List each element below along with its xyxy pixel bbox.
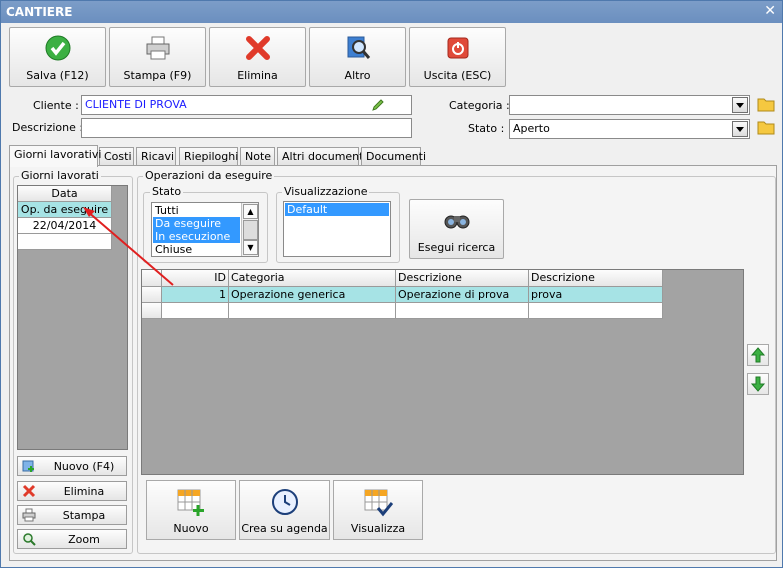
data-column-header[interactable]: Data (18, 186, 112, 202)
giorni-lavorati-title: Giorni lavorati (19, 169, 101, 182)
tab-note[interactable]: Note (240, 147, 275, 165)
cliente-value: CLIENTE DI PROVA (85, 98, 187, 111)
scroll-up-icon[interactable]: ▲ (243, 204, 258, 219)
nuovo-operazione-label: Nuovo (173, 522, 209, 535)
search-icon (347, 36, 370, 59)
zoom-button[interactable]: Zoom (17, 529, 127, 549)
cliente-label: Cliente : (33, 99, 79, 112)
nuovo-f4-label: Nuovo (F4) (53, 460, 115, 473)
clock-icon (271, 489, 298, 515)
arrow-up-icon (750, 347, 766, 363)
tab-label: Riepiloghi (184, 150, 239, 163)
stampa-giorni-button[interactable]: Stampa (17, 505, 127, 525)
table-cell-empty[interactable] (529, 303, 663, 319)
delete-icon (245, 36, 270, 60)
tab-ricavi[interactable]: Ricavi (136, 147, 176, 165)
title-bar: CANTIERE ✕ (1, 1, 782, 23)
print-button[interactable]: Stampa (F9) (109, 27, 206, 87)
visualizzazione-title: Visualizzazione (282, 185, 370, 198)
esegui-ricerca-label: Esegui ricerca (417, 241, 496, 254)
visualizza-label: Visualizza (350, 522, 406, 535)
exit-button[interactable]: Uscita (ESC) (409, 27, 506, 87)
tab-label: Costi (104, 150, 132, 163)
scroll-thumb[interactable] (243, 220, 258, 240)
table-cell[interactable]: Operazione generica (229, 287, 396, 303)
main-window: CANTIERE ✕ Salva (F12) Stampa (F9) Elimi… (0, 0, 783, 568)
nuovo-f4-button[interactable]: Nuovo (F4) (17, 456, 127, 476)
operazioni-title: Operazioni da eseguire (143, 169, 275, 182)
annotation-arrow (83, 207, 174, 286)
descrizione-label: Descrizione : (12, 121, 84, 134)
pencil-icon[interactable] (371, 98, 385, 112)
move-up-button[interactable] (747, 344, 769, 366)
operazioni-grid[interactable]: ID Categoria Descrizione Descrizione 1 O… (141, 269, 744, 475)
scroll-down-icon[interactable]: ▼ (243, 240, 258, 255)
nuovo-operazione-button[interactable]: Nuovo (146, 480, 236, 540)
categoria-dropdown-icon[interactable] (732, 97, 748, 113)
cliente-field[interactable]: CLIENTE DI PROVA (81, 95, 412, 115)
visualizzazione-listbox[interactable]: Default (283, 201, 391, 257)
delete-label: Elimina (237, 69, 278, 82)
window-title: CANTIERE (6, 5, 73, 19)
tab-label: Giorni lavorativi (14, 148, 102, 161)
binoculars-icon (444, 215, 469, 229)
categoria-column-header[interactable]: Categoria (229, 270, 396, 287)
stato-label: Stato : (468, 122, 505, 135)
exit-label: Uscita (ESC) (423, 69, 492, 82)
tab-documenti[interactable]: Documenti (361, 147, 426, 165)
check-icon (45, 35, 70, 61)
descrizione-column-header[interactable]: Descrizione (396, 270, 529, 287)
save-button[interactable]: Salva (F12) (9, 27, 106, 87)
table-cell[interactable]: Operazione di prova (396, 287, 529, 303)
row-selector[interactable] (142, 303, 162, 319)
close-icon[interactable]: ✕ (764, 3, 776, 19)
categoria-folder-icon[interactable] (757, 96, 775, 112)
tab-label: Note (245, 150, 272, 163)
arrow-down-icon (750, 376, 766, 392)
crea-su-agenda-label: Crea su agenda (241, 522, 328, 535)
altro-label: Altro (344, 69, 371, 82)
tab-riepiloghi[interactable]: Riepiloghi (179, 147, 238, 165)
descrizione2-column-header[interactable]: Descrizione (529, 270, 663, 287)
delete-button[interactable]: Elimina (209, 27, 306, 87)
table-cell-empty[interactable] (162, 303, 229, 319)
tab-label: Ricavi (141, 150, 175, 163)
move-down-button[interactable] (747, 373, 769, 395)
tab-altri-documenti[interactable]: Altri documenti (277, 147, 367, 165)
crea-su-agenda-button[interactable]: Crea su agenda (239, 480, 330, 540)
stato-select[interactable]: Aperto (509, 119, 750, 139)
categoria-label: Categoria : (449, 99, 510, 112)
tab-label: Documenti (366, 150, 427, 163)
table-cell[interactable]: prova (529, 287, 663, 303)
tab-costi[interactable]: Costi (99, 147, 134, 165)
altro-button[interactable]: Altro (309, 27, 406, 87)
categoria-select[interactable] (509, 95, 750, 115)
list-item[interactable]: Default (285, 203, 389, 216)
stato-filter-title: Stato (150, 185, 184, 198)
stato-folder-icon[interactable] (757, 119, 775, 135)
scrollbar[interactable]: ▲ ▼ (241, 203, 258, 256)
elimina-giorno-button[interactable]: Elimina (17, 481, 127, 501)
grid-add-icon (177, 489, 204, 516)
tab-label: Altri documenti (282, 150, 367, 163)
elimina-giorno-label: Elimina (63, 485, 105, 498)
tab-giorni-lavorativi[interactable]: Giorni lavorativi (9, 145, 102, 167)
stampa-giorni-label: Stampa (62, 509, 106, 522)
table-cell-empty[interactable] (396, 303, 529, 319)
zoom-label: Zoom (68, 533, 100, 546)
descrizione-field[interactable] (81, 118, 412, 138)
esegui-ricerca-button[interactable]: Esegui ricerca (409, 199, 504, 259)
stato-value: Aperto (513, 122, 550, 135)
printer-icon (146, 36, 169, 60)
table-cell-empty[interactable] (229, 303, 396, 319)
save-label: Salva (F12) (26, 69, 89, 82)
stato-dropdown-icon[interactable] (732, 121, 748, 137)
print-label: Stampa (F9) (123, 69, 192, 82)
visualizza-button[interactable]: Visualizza (333, 480, 423, 540)
grid-check-icon (364, 489, 393, 517)
power-icon (447, 37, 468, 59)
